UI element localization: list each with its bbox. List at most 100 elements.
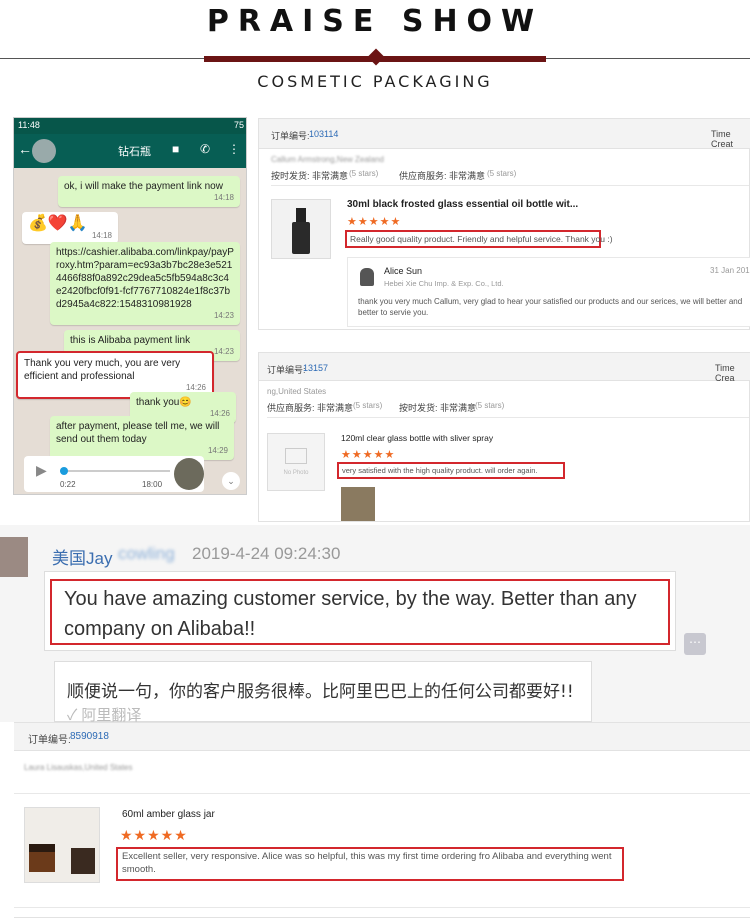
divider bbox=[267, 417, 749, 418]
play-icon[interactable]: ▶ bbox=[36, 462, 47, 479]
chat-header: ← 钻石瓶 ■ ✆ ⋮ bbox=[14, 134, 246, 168]
product-title[interactable]: 120ml clear glass bottle with sliver spr… bbox=[341, 433, 493, 443]
message-time: 14:18 bbox=[213, 193, 234, 202]
buyer-name: ng,United States bbox=[267, 387, 327, 396]
message-text: Thank you very much, you are very effici… bbox=[24, 358, 181, 382]
review-comment: very satisfied with the high quality pro… bbox=[337, 462, 565, 479]
page-title: PRAISE SHOW bbox=[206, 4, 544, 39]
contact-name[interactable]: 钻石瓶 bbox=[118, 143, 151, 159]
page-subtitle: COSMETIC PACKAGING bbox=[257, 72, 493, 91]
order-label: 订单编号: bbox=[28, 735, 71, 746]
message-time: 14:29 bbox=[207, 446, 228, 455]
jar-body bbox=[29, 852, 55, 872]
phone-icon[interactable]: ✆ bbox=[200, 142, 210, 156]
translation-box: 顺便说一句，你的客户服务很棒。比阿里巴巴上的任何公司都要好!! ✓ 阿里翻译 bbox=[54, 661, 592, 724]
message-time: 14:23 bbox=[213, 311, 234, 320]
status-time: 11:48 bbox=[18, 120, 40, 130]
message-bubble: 💰❤️🙏 14:18 bbox=[22, 212, 118, 244]
order-label: 订单编号: bbox=[271, 131, 310, 141]
rating-stars: ★★★★★ bbox=[341, 449, 396, 461]
order-number[interactable]: 8590918 bbox=[70, 731, 109, 742]
product-thumbnail[interactable] bbox=[271, 199, 331, 259]
service-stars: (5 stars) bbox=[487, 169, 517, 178]
message-time: 14:18 bbox=[91, 231, 112, 240]
chat-message-panel: 美国Jay cowling 2019-4-24 09:24:30 You hav… bbox=[0, 525, 750, 724]
divider bbox=[14, 907, 750, 908]
voice-progress-knob[interactable] bbox=[60, 467, 68, 475]
avatar[interactable] bbox=[32, 139, 56, 163]
scroll-down-icon[interactable]: ⌄ bbox=[222, 472, 240, 490]
review-comment: Really good quality product. Friendly an… bbox=[345, 230, 613, 248]
message-bubble: after payment, please tell me, we will s… bbox=[50, 416, 234, 461]
time-created-label: Time Crea bbox=[715, 363, 735, 383]
voice-elapsed: 0:22 bbox=[60, 480, 76, 489]
review-comment: Excellent seller, very responsive. Alice… bbox=[116, 847, 624, 881]
bottle-cap bbox=[296, 208, 306, 222]
voice-message: ▶ 0:22 18:00 bbox=[24, 456, 204, 492]
order-label: 订单编号: bbox=[267, 365, 306, 375]
voice-sent-time: 18:00 bbox=[142, 480, 163, 489]
review-photo[interactable] bbox=[341, 487, 375, 521]
order-number[interactable]: 103114 bbox=[309, 129, 338, 139]
time-created-label: Time Creat bbox=[711, 129, 734, 149]
order-number[interactable]: 13157 bbox=[303, 363, 328, 373]
product-thumbnail[interactable]: No Photo bbox=[267, 433, 325, 491]
video-call-icon[interactable]: ■ bbox=[172, 142, 179, 156]
service-rating: 供应商服务: 非常满意 bbox=[399, 171, 486, 181]
message-text: this is Alibaba payment link bbox=[70, 335, 191, 346]
review-header: 订单编号: 8590918 bbox=[14, 723, 750, 751]
buyer-name: Laura Lisauskas,United States bbox=[24, 763, 133, 772]
seller-reply: Alice Sun Hebei Xie Chu Imp. & Exp. Co.,… bbox=[347, 257, 750, 327]
whatsapp-chat: 11:48 75 ← 钻石瓶 ■ ✆ ⋮ ok, i will make the… bbox=[13, 117, 247, 495]
avatar bbox=[174, 458, 204, 490]
message-bubble: ok, i will make the payment link now 14:… bbox=[58, 176, 240, 208]
message-bubble: https://cashier.alibaba.com/linkpay/payP… bbox=[50, 242, 240, 326]
shipping-stars: (5 stars) bbox=[475, 401, 505, 410]
image-placeholder-icon bbox=[285, 448, 307, 464]
jar-lid bbox=[29, 844, 55, 852]
shipping-rating: 按时发货: 非常满意 bbox=[271, 171, 349, 181]
reply-company: Hebei Xie Chu Imp. & Exp. Co., Ltd. bbox=[384, 279, 504, 288]
avatar bbox=[0, 537, 28, 577]
payment-link[interactable]: https://cashier.alibaba.com/linkpay/payP… bbox=[56, 247, 234, 310]
sender-prefix: 美国Jay bbox=[52, 549, 113, 568]
message-text: thank you😊 bbox=[136, 397, 192, 408]
shipping-stars: (5 stars) bbox=[349, 169, 379, 178]
more-options-icon[interactable]: ⋯ bbox=[684, 633, 706, 655]
service-rating: 供应商服务: 非常满意 bbox=[267, 403, 354, 413]
review-card: 订单编号: 13157 Time Crea ng,United States 供… bbox=[258, 352, 750, 522]
review-header: 订单编号: 13157 Time Crea bbox=[259, 353, 750, 383]
divider bbox=[271, 185, 749, 186]
no-photo-label: No Photo bbox=[283, 470, 309, 476]
status-bar: 11:48 75 bbox=[14, 118, 246, 134]
more-menu-icon[interactable]: ⋮ bbox=[228, 142, 240, 156]
service-stars: (5 stars) bbox=[353, 401, 383, 410]
message-timestamp: 2019-4-24 09:24:30 bbox=[192, 544, 341, 563]
bottle-body bbox=[292, 222, 310, 254]
divider bbox=[14, 793, 750, 794]
back-arrow-icon[interactable]: ← bbox=[18, 141, 32, 157]
product-thumbnail[interactable] bbox=[24, 807, 100, 883]
translation-text: 顺便说一句，你的客户服务很棒。比阿里巴巴上的任何公司都要好!! bbox=[67, 682, 574, 702]
reply-text: thank you very much Callum, very glad to… bbox=[358, 297, 743, 318]
review-card: 订单编号: 8590918 Laura Lisauskas,United Sta… bbox=[14, 722, 750, 918]
avatar bbox=[360, 268, 374, 286]
message-text: after payment, please tell me, we will s… bbox=[56, 421, 220, 445]
message-text: 💰❤️🙏 bbox=[28, 215, 88, 232]
rating-stars: ★★★★★ bbox=[120, 827, 188, 843]
sender-name: cowling bbox=[118, 544, 175, 563]
voice-progress-track[interactable] bbox=[60, 470, 170, 472]
shipping-rating: 按时发货: 非常满意 bbox=[399, 403, 477, 413]
reply-author: Alice Sun bbox=[384, 266, 423, 276]
battery-level: 75 bbox=[233, 120, 244, 130]
diamond-icon bbox=[367, 48, 385, 66]
buyer-name: Callum Armstrong,New Zealand bbox=[271, 155, 384, 164]
product-title[interactable]: 60ml amber glass jar bbox=[122, 809, 215, 820]
message-text: ok, i will make the payment link now bbox=[64, 181, 223, 192]
rating-stars: ★★★★★ bbox=[347, 216, 402, 228]
product-title[interactable]: 30ml black frosted glass essential oil b… bbox=[347, 199, 578, 210]
reply-date: 31 Jan 2019 bbox=[710, 266, 750, 275]
highlighted-message: You have amazing customer service, by th… bbox=[50, 579, 670, 645]
review-card: 订单编号: 103114 Time Creat Callum Armstrong… bbox=[258, 118, 750, 330]
review-header: 订单编号: 103114 Time Creat bbox=[259, 119, 750, 149]
